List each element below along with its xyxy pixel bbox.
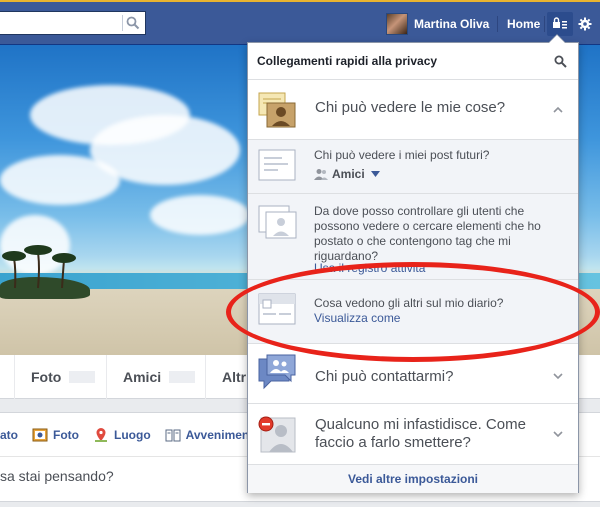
tab-amici[interactable]: Amici: [106, 355, 196, 399]
panel-header: Collegamenti rapidi alla privacy: [248, 43, 578, 80]
section-who-can-contact[interactable]: Chi può contattarmi?: [248, 344, 578, 404]
profile-name[interactable]: Martina Oliva: [414, 17, 489, 31]
composer-photo-action[interactable]: Foto: [32, 427, 79, 443]
book-icon: [165, 429, 181, 441]
section-someone-bothering[interactable]: Qualcuno mi infastidisce. Come faccio a …: [248, 404, 578, 464]
chevron-down-icon[interactable]: [552, 428, 564, 440]
search-icon[interactable]: [554, 55, 567, 68]
block-user-icon: [258, 416, 296, 453]
dropdown-arrow-icon: [370, 171, 380, 177]
section-label: Chi può contattarmi?: [315, 368, 454, 385]
tab-count: [69, 371, 96, 383]
activity-log-link[interactable]: Usa il registro attività: [314, 261, 425, 275]
section-who-can-see[interactable]: Chi può vedere le mie cose?: [248, 80, 578, 140]
section-label: Chi può vedere le mie cose?: [315, 99, 506, 116]
gear-icon[interactable]: [578, 17, 592, 31]
search-input[interactable]: [0, 11, 146, 35]
tab-foto[interactable]: Foto: [14, 355, 96, 399]
lock-icon: [553, 17, 567, 29]
view-as-link[interactable]: Visualizza come: [314, 311, 400, 325]
subitem-activity-log: Da dove posso controllare gli utenti che…: [248, 194, 578, 280]
subitem-future-posts: Chi può vedere i miei post futuri? Amici: [248, 140, 578, 194]
tab-label: Amici: [123, 369, 162, 385]
composer-input[interactable]: sa stai pensando?: [0, 468, 114, 484]
activity-log-icon: [258, 205, 297, 239]
chevron-down-icon[interactable]: [552, 370, 564, 382]
search-divider: [122, 15, 123, 31]
home-link[interactable]: Home: [507, 17, 540, 31]
timeline-icon: [258, 293, 296, 325]
section-label: Qualcuno mi infastidisce. Come faccio a …: [315, 416, 526, 451]
privacy-profile-icon: [258, 92, 296, 128]
subitem-view-as: Cosa vedono gli altri sul mio diario? Vi…: [248, 280, 578, 344]
tab-altro[interactable]: Altr: [205, 355, 246, 399]
composer-life-event-action[interactable]: Avvenimen: [165, 427, 249, 443]
map-pin-icon: [95, 427, 107, 442]
search-icon[interactable]: [126, 16, 140, 30]
nav-divider: [497, 16, 498, 32]
profile-link[interactable]: Martina Oliva: [386, 12, 489, 36]
tab-label: Foto: [31, 369, 62, 385]
audience-selector[interactable]: Amici: [314, 167, 380, 181]
panel-caret: [548, 34, 566, 43]
top-bar: Martina Oliva Home: [0, 0, 600, 45]
panel-title: Collegamenti rapidi alla privacy: [257, 54, 438, 68]
chevron-up-icon[interactable]: [552, 104, 564, 116]
composer-status-action[interactable]: ato: [0, 428, 18, 442]
subitem-question: Cosa vedono gli altri sul mio diario?: [314, 296, 504, 310]
composer-place-action[interactable]: Luogo: [93, 427, 151, 443]
tab-label: Altr: [222, 369, 247, 385]
privacy-shortcuts-button[interactable]: [547, 12, 573, 36]
privacy-shortcuts-panel: Collegamenti rapidi alla privacy Chi può…: [247, 34, 579, 493]
subitem-question: Da dove posso controllare gli utenti che…: [314, 204, 541, 263]
more-settings-link[interactable]: Vedi altre impostazioni: [248, 464, 578, 493]
nav-divider: [544, 16, 545, 32]
contact-bubble-icon: [258, 354, 296, 390]
people-icon: [314, 169, 328, 180]
palm-trees-image: [2, 245, 76, 289]
avatar[interactable]: [386, 13, 408, 35]
post-visibility-icon: [258, 149, 296, 181]
subitem-question: Chi può vedere i miei post futuri?: [314, 148, 490, 162]
audience-label: Amici: [332, 167, 365, 181]
tab-count: [169, 371, 196, 383]
photo-icon: [32, 428, 48, 441]
